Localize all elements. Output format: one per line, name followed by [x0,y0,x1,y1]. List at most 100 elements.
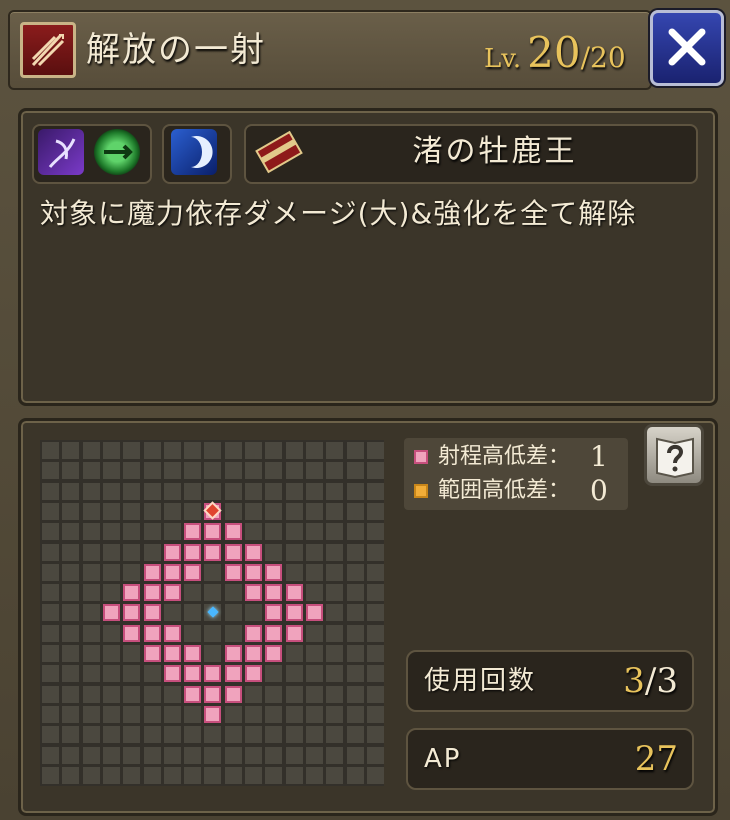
grid-tile [285,726,303,744]
grid-tile [285,502,303,520]
grid-tile [62,442,80,459]
grid-tile [82,604,100,622]
grid-tile [305,766,323,784]
range-tile [245,563,262,581]
range-tile [265,624,283,642]
grid-tile [102,563,120,581]
skill-level: Lv. 20/20 [484,28,626,78]
grid-tile [184,624,202,642]
range-tile [163,665,181,683]
grid-tile [82,442,100,459]
range-tile [204,543,222,561]
range-tile [224,563,242,581]
grid-tile [42,543,59,561]
grid-tile [265,665,283,683]
grid-tile [326,604,344,622]
skill-title: 解放の一射 [86,30,266,70]
crescent-moon-icon [171,129,217,175]
grid-tile [305,523,323,541]
grid-tile [346,482,364,500]
grid-tile [245,746,262,764]
grid-tile [326,563,344,581]
grid-tile [82,482,100,500]
grid-tile [204,462,222,480]
grid-tile [82,766,100,784]
grid-tile [285,766,303,784]
grid-tile [245,705,262,723]
skill-type-icon [20,22,76,78]
grid-tile [184,442,202,459]
grid-tile [326,462,344,480]
grid-tile [245,462,262,480]
grid-tile [102,482,120,500]
grid-tile [62,624,80,642]
grid-tile [62,746,80,764]
close-button[interactable] [650,10,724,86]
grid-tile [123,543,141,561]
grid-tile [265,766,283,784]
grid-tile [305,726,323,744]
grid-tile [102,726,120,744]
grid-tile [184,705,202,723]
grid-tile [285,645,303,662]
grid-tile [42,665,59,683]
range-tile [143,584,161,602]
grid-tile [265,442,283,459]
grid-tile [42,523,59,541]
range-tile [245,543,262,561]
help-button[interactable] [644,424,704,486]
grid-tile [366,462,384,480]
unit-name: 渚の牡鹿王 [412,134,578,169]
grid-tile [346,462,364,480]
grid-tile [163,604,181,622]
grid-tile [326,543,344,561]
range-tile [123,584,141,602]
grid-tile [163,766,181,784]
range-swatch [414,450,428,464]
grid-tile [326,665,344,683]
grid-tile [204,766,222,784]
help-book-icon [656,437,694,479]
grid-tile [123,563,141,581]
grid-tile [346,665,364,683]
grid-tile [326,523,344,541]
grid-tile [102,705,120,723]
grid-tile [123,746,141,764]
grid-tile [163,746,181,764]
grid-tile [82,645,100,662]
grid-tile [143,665,161,683]
grid-tile [123,645,141,662]
grid-tile [42,442,59,459]
grid-tile [204,442,222,459]
grid-tile [346,746,364,764]
legend-row-area: 範囲高低差： [414,474,570,508]
grid-tile [82,685,100,703]
grid-tile [346,645,364,662]
grid-tile [366,604,384,622]
grid-tile [305,543,323,561]
grid-tile [184,502,202,520]
range-tile [224,645,242,662]
grid-tile [346,726,364,744]
grid-tile [245,442,262,459]
grid-tile [224,462,242,480]
grid-tile [285,746,303,764]
grid-tile [245,502,262,520]
grid-tile [326,645,344,662]
grid-tile [285,665,303,683]
height-legend: 射程高低差： 1 範囲高低差： 0 [404,438,628,510]
range-tile [245,665,262,683]
grid-tile [62,462,80,480]
grid-tile [184,482,202,500]
grid-tile [163,502,181,520]
grid-tile [245,726,262,744]
grid-tile [366,624,384,642]
grid-tile [346,502,364,520]
grid-tile [305,665,323,683]
grid-tile [82,502,100,520]
grid-tile [224,584,242,602]
grid-tile [62,645,80,662]
grid-tile [326,746,344,764]
grid-tile [102,442,120,459]
grid-tile [42,502,59,520]
